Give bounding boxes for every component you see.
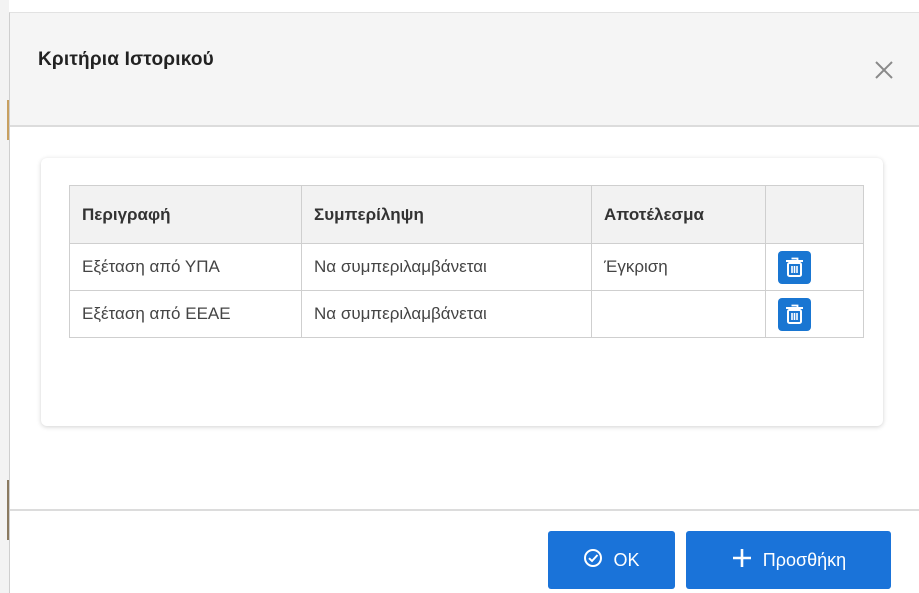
backdrop-edge bbox=[0, 0, 9, 593]
ok-button-label: OK bbox=[613, 549, 640, 570]
page: Κριτήρια Ιστορικού Περιγραφή Συμπερίληψη… bbox=[0, 0, 919, 593]
cell-actions bbox=[765, 243, 864, 291]
delete-row-button[interactable] bbox=[778, 297, 811, 331]
column-header-actions bbox=[765, 185, 864, 244]
table-row: Εξέταση από ΕΕΑΕ Να συμπεριλαμβάνεται bbox=[69, 290, 864, 338]
table-row: Εξέταση από ΥΠΑ Να συμπεριλαμβάνεται Έγκ… bbox=[69, 243, 864, 291]
trash-icon bbox=[786, 257, 803, 277]
add-button-label: Προσθήκη bbox=[762, 549, 847, 570]
column-header-result: Αποτέλεσμα bbox=[591, 185, 766, 244]
dialog-title: Κριτήρια Ιστορικού bbox=[38, 49, 214, 70]
criteria-card: Περιγραφή Συμπερίληψη Αποτέλεσμα Εξέταση… bbox=[41, 158, 883, 426]
dialog-footer: OK Προσθήκη bbox=[10, 509, 919, 593]
cell-description: Εξέταση από ΥΠΑ bbox=[69, 243, 302, 291]
cell-result: Έγκριση bbox=[591, 243, 766, 291]
cell-inclusion: Να συμπεριλαμβάνεται bbox=[301, 243, 592, 291]
cell-inclusion: Να συμπεριλαμβάνεται bbox=[301, 290, 592, 338]
plus-icon bbox=[731, 547, 753, 574]
dialog-body: Περιγραφή Συμπερίληψη Αποτέλεσμα Εξέταση… bbox=[10, 127, 919, 509]
cell-description: Εξέταση από ΕΕΑΕ bbox=[69, 290, 302, 338]
column-header-description: Περιγραφή bbox=[69, 185, 302, 244]
history-criteria-dialog: Κριτήρια Ιστορικού Περιγραφή Συμπερίληψη… bbox=[9, 12, 919, 593]
cell-actions bbox=[765, 290, 864, 338]
column-header-inclusion: Συμπερίληψη bbox=[301, 185, 592, 244]
check-circle-icon bbox=[583, 548, 603, 573]
cell-result bbox=[591, 290, 766, 338]
trash-icon bbox=[786, 304, 803, 324]
ok-button[interactable]: OK bbox=[548, 531, 675, 589]
close-icon bbox=[875, 61, 893, 79]
dialog-header: Κριτήρια Ιστορικού bbox=[10, 13, 919, 127]
add-button[interactable]: Προσθήκη bbox=[686, 531, 891, 589]
close-button[interactable] bbox=[871, 57, 897, 83]
delete-row-button[interactable] bbox=[778, 250, 811, 284]
table-header-row: Περιγραφή Συμπερίληψη Αποτέλεσμα bbox=[69, 185, 864, 244]
criteria-table: Περιγραφή Συμπερίληψη Αποτέλεσμα Εξέταση… bbox=[69, 185, 864, 338]
